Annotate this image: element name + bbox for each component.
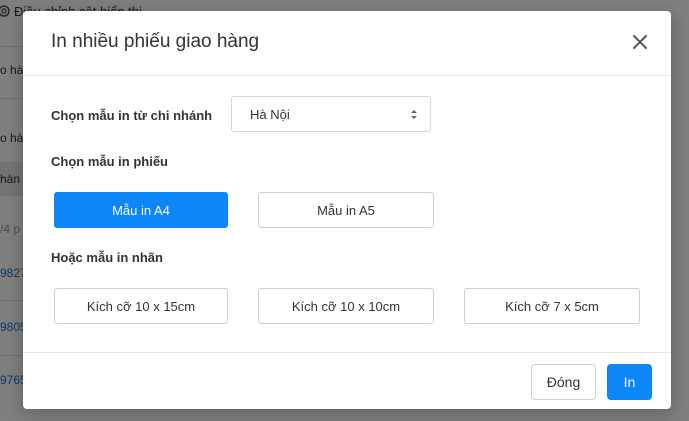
close-modal-button[interactable]: Đóng bbox=[531, 364, 596, 400]
template-a4-button[interactable]: Mẫu in A4 bbox=[54, 192, 228, 228]
modal-title: In nhiều phiếu giao hàng bbox=[51, 31, 260, 52]
label-size-10x15-button[interactable]: Kích cỡ 10 x 15cm bbox=[54, 288, 228, 324]
label-size-10x10-button[interactable]: Kích cỡ 10 x 10cm bbox=[258, 288, 434, 324]
select-arrows-icon bbox=[411, 110, 417, 119]
template-a5-button[interactable]: Mẫu in A5 bbox=[258, 192, 434, 228]
branch-select[interactable]: Hà Nội bbox=[231, 96, 431, 132]
modal-footer: Đóng In bbox=[23, 352, 671, 409]
label-section-label: Hoặc mẫu in nhãn bbox=[51, 250, 163, 265]
template-label: Chọn mẫu in phiếu bbox=[51, 154, 168, 169]
close-icon bbox=[633, 35, 647, 49]
close-button[interactable] bbox=[626, 28, 654, 56]
print-shipping-modal: In nhiều phiếu giao hàng Chọn mẫu in từ … bbox=[23, 11, 671, 409]
branch-label: Chọn mẫu in từ chi nhánh bbox=[51, 108, 213, 123]
print-button[interactable]: In bbox=[607, 364, 652, 400]
label-size-7x5-button[interactable]: Kích cỡ 7 x 5cm bbox=[464, 288, 640, 324]
branch-select-value: Hà Nội bbox=[250, 106, 290, 122]
modal-header: In nhiều phiếu giao hàng bbox=[23, 11, 671, 76]
